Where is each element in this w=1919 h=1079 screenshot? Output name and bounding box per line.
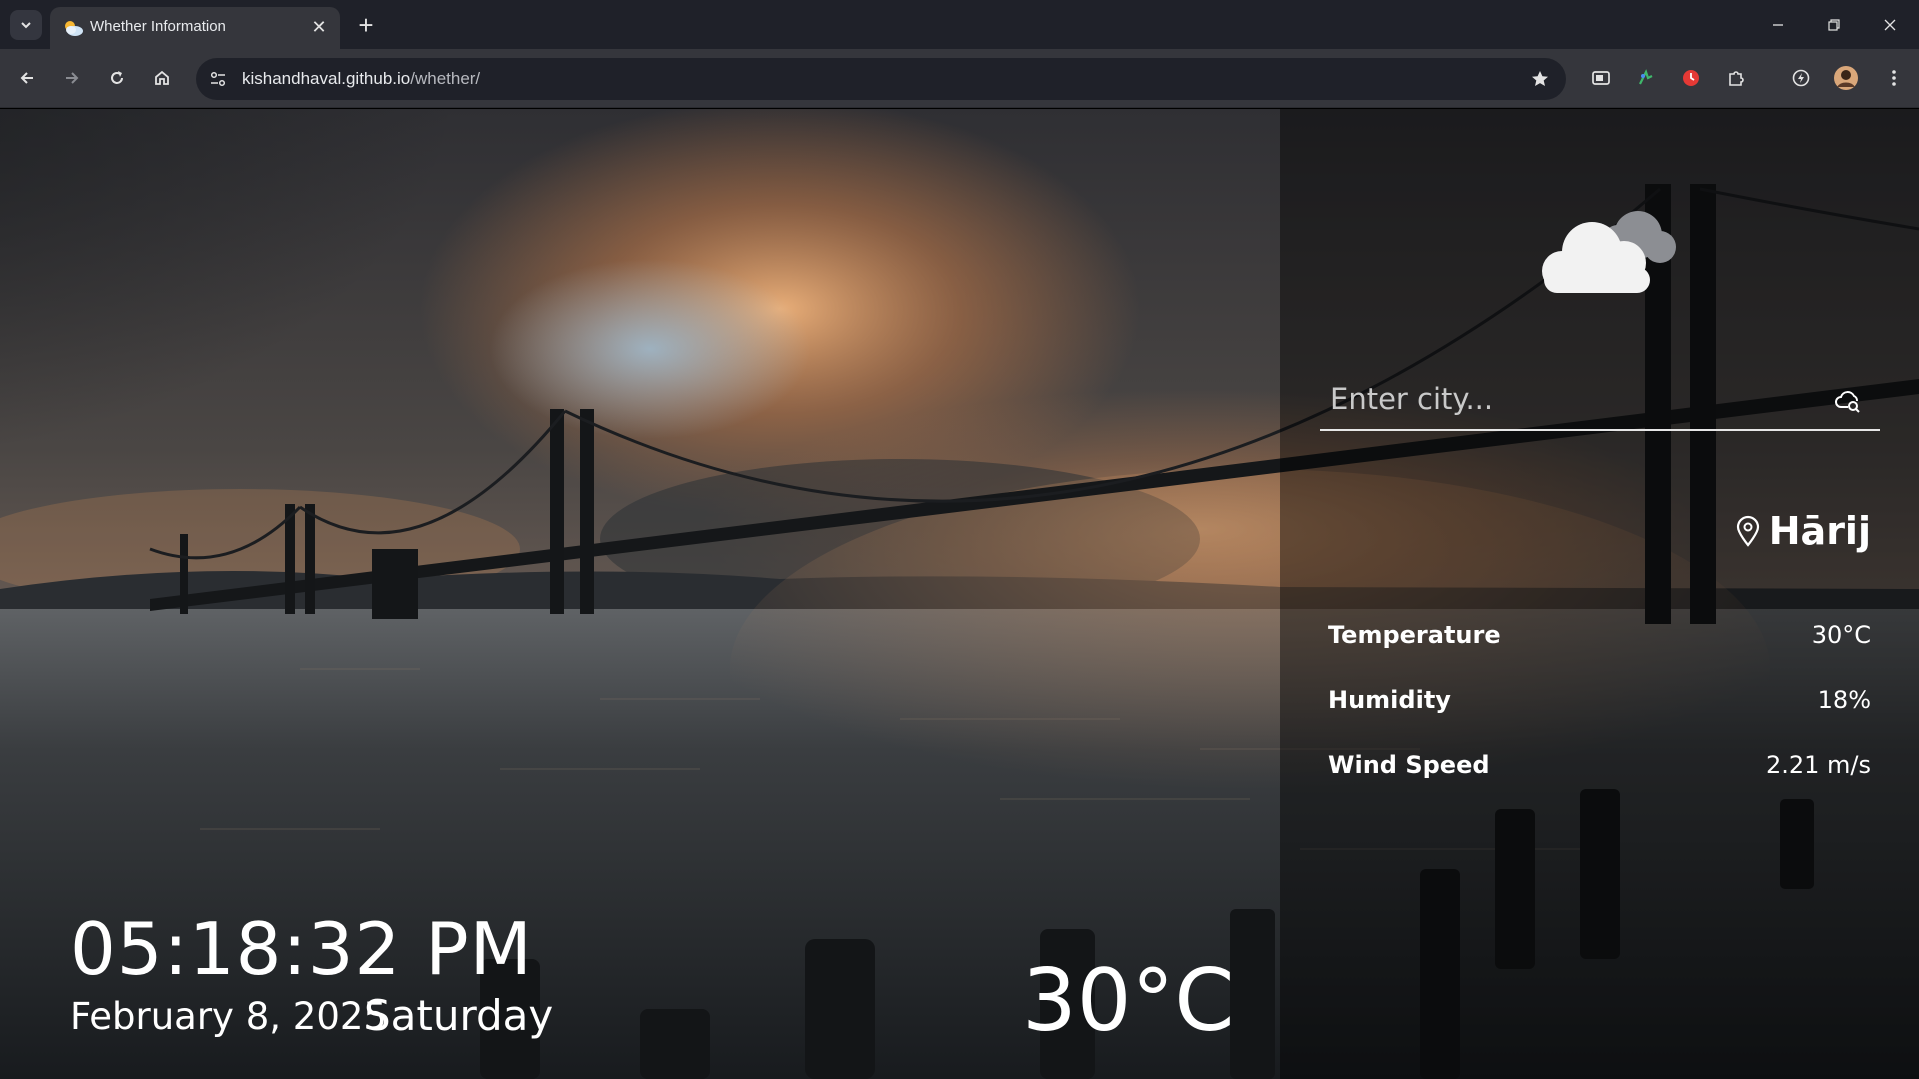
bookmark-star-icon[interactable] (1528, 67, 1552, 91)
city-search-input[interactable] (1330, 375, 1810, 423)
search-button[interactable] (1832, 385, 1864, 417)
performance-icon[interactable] (1787, 64, 1815, 92)
tab-search-button[interactable] (10, 10, 42, 40)
stat-value: 30°C (1811, 621, 1871, 649)
profile-avatar[interactable] (1832, 64, 1860, 92)
minimize-button[interactable] (1758, 10, 1798, 40)
current-time: 05:18:32 PM (70, 907, 533, 991)
cloud-icon (1542, 211, 1676, 293)
home-icon (155, 70, 169, 85)
browser-toolbar: kishandhaval.github.io/whether/ (0, 49, 1919, 108)
temperature-row: Temperature 30°C (1328, 615, 1871, 655)
browser-tab-active[interactable]: Whether Information ✕ (50, 7, 340, 49)
big-temperature: 30°C (1022, 951, 1235, 1051)
reload-button[interactable] (101, 62, 133, 94)
reload-icon (111, 71, 123, 84)
url-path: /whether/ (410, 69, 481, 88)
location-pin-icon (1736, 515, 1759, 547)
location-display: Hārij (1735, 509, 1871, 553)
url-text: kishandhaval.github.io/whether/ (242, 69, 480, 89)
humidity-row: Humidity 18% (1328, 680, 1871, 720)
tab-title: Whether Information (90, 18, 226, 35)
stat-value: 2.21 m/s (1765, 751, 1871, 779)
reading-mode-icon[interactable] (1587, 64, 1615, 92)
close-window-button[interactable] (1870, 10, 1910, 40)
city-search-bar (1320, 371, 1880, 431)
minimize-icon (1773, 24, 1783, 26)
site-info-icon[interactable] (206, 67, 230, 91)
current-day: Saturday (364, 991, 554, 1040)
home-button[interactable] (146, 62, 178, 94)
weather-favicon-icon (65, 21, 83, 36)
browser-menu-icon[interactable] (1880, 64, 1908, 92)
page-viewport: Hārij Temperature 30°C Humidity 18% Wind… (0, 109, 1919, 1079)
extension-clock-icon[interactable] (1677, 64, 1705, 92)
restore-icon (1828, 19, 1840, 31)
browser-titlebar: Whether Information ✕ + (0, 0, 1919, 49)
city-name: Hārij (1768, 509, 1871, 553)
stat-label: Humidity (1328, 686, 1451, 714)
new-tab-button[interactable]: + (352, 12, 380, 40)
back-button[interactable] (11, 62, 43, 94)
arrow-right-icon (66, 72, 79, 84)
extension-green-icon[interactable] (1632, 64, 1660, 92)
current-date: February 8, 2025 (70, 995, 387, 1038)
close-icon (1884, 19, 1896, 31)
tab-close-icon[interactable]: ✕ (308, 16, 330, 38)
weather-side-panel: Hārij Temperature 30°C Humidity 18% Wind… (1280, 109, 1919, 1079)
cloud-search-icon (1835, 391, 1860, 413)
chevron-down-icon (21, 22, 31, 29)
address-bar[interactable]: kishandhaval.github.io/whether/ (196, 58, 1566, 100)
url-host: kishandhaval.github.io (242, 69, 411, 88)
forward-button[interactable] (56, 62, 88, 94)
arrow-left-icon (20, 72, 33, 84)
extensions-puzzle-icon[interactable] (1722, 64, 1750, 92)
restore-button[interactable] (1814, 10, 1854, 40)
stat-value: 18% (1817, 686, 1871, 714)
stat-label: Temperature (1328, 621, 1501, 649)
stat-label: Wind Speed (1328, 751, 1490, 779)
wind-speed-row: Wind Speed 2.21 m/s (1328, 745, 1871, 785)
